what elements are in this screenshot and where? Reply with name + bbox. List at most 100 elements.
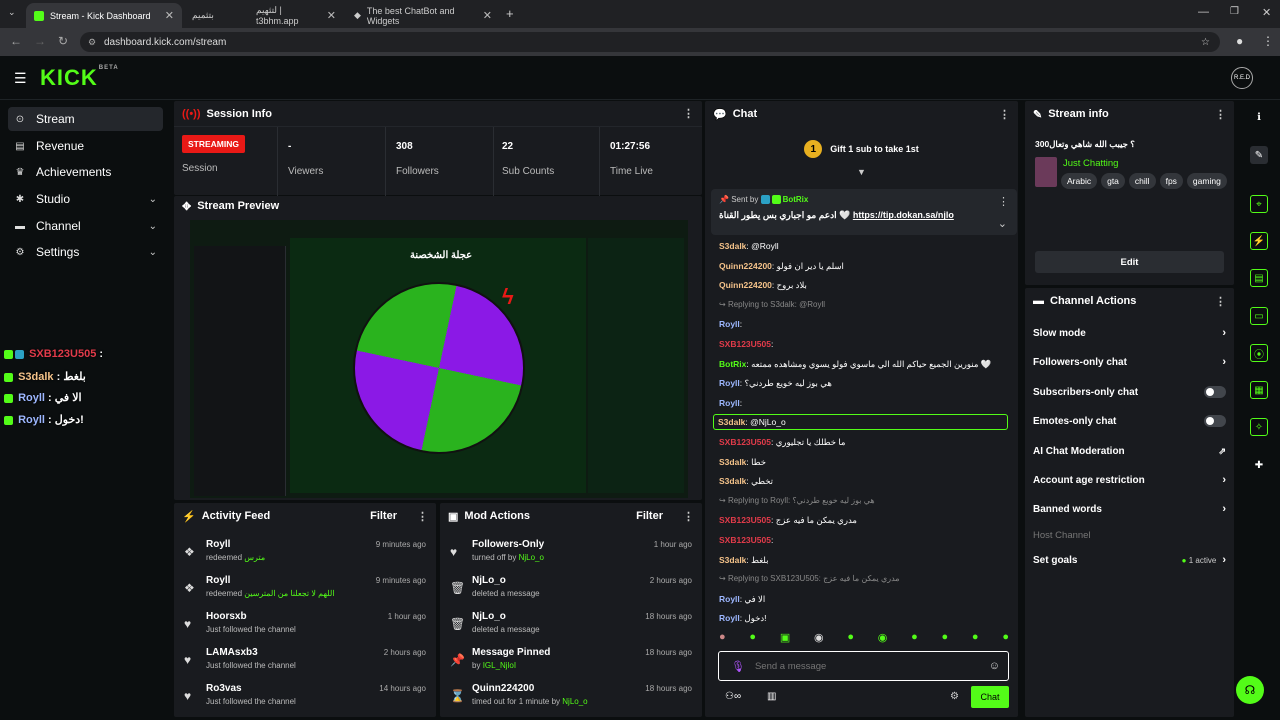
action-slow-mode[interactable]: Slow mode › — [1033, 320, 1226, 346]
chat-username[interactable]: Quinn224200 — [719, 261, 772, 271]
chat-username[interactable]: SXB123U505 — [719, 535, 771, 545]
rail-edit-icon[interactable]: ✎ — [1250, 146, 1268, 164]
more-options-icon[interactable]: ⋮ — [683, 107, 694, 120]
mod-title[interactable]: NjLo_o — [472, 575, 506, 586]
mod-extra[interactable]: NjLo_o — [519, 553, 544, 562]
close-window-icon[interactable]: ✕ — [1262, 6, 1271, 19]
more-options-icon[interactable]: ⋮ — [417, 510, 428, 523]
browser-tab-3[interactable]: ﻟﺘﺜﻬﻴﻢ | t3bhm.app ✕ — [248, 3, 344, 28]
emote-icon[interactable]: ● — [749, 631, 756, 644]
chat-username[interactable]: BotRix — [719, 359, 746, 369]
stream-video[interactable]: عجلة الشخصنة ϟ — [190, 220, 688, 498]
close-tab-icon[interactable]: ✕ — [327, 9, 336, 22]
kick-logo[interactable]: KICKBETA — [40, 65, 119, 91]
chat-username[interactable]: S3dalk — [719, 555, 746, 565]
gift-sub-banner[interactable]: 1 Gift 1 sub to take 1st — [705, 137, 1018, 161]
filter-button[interactable]: Filter — [370, 510, 397, 522]
back-icon[interactable]: ← — [10, 34, 22, 48]
emote-icon[interactable]: ◉ — [814, 631, 824, 644]
address-bar[interactable]: ⚙ dashboard.kick.com/stream ☆ — [80, 32, 1220, 52]
sidebar-item-stream[interactable]: ⊙ Stream — [8, 107, 163, 131]
filter-button[interactable]: Filter — [636, 510, 663, 522]
action-set-goals[interactable]: Set goals ● 1 active › — [1033, 547, 1226, 573]
emotes-only-toggle[interactable] — [1204, 415, 1226, 427]
close-tab-icon[interactable]: ✕ — [165, 9, 174, 22]
tab-list-icon[interactable]: ⌄ — [8, 7, 16, 18]
tag-pill[interactable]: chill — [1128, 173, 1156, 189]
forward-icon[interactable]: → — [34, 34, 46, 48]
action-account-age[interactable]: Account age restriction › — [1033, 467, 1226, 493]
more-options-icon[interactable]: ⋮ — [1215, 108, 1226, 121]
rail-chat-icon[interactable]: ▭ — [1250, 307, 1268, 325]
chat-username[interactable]: SXB123U505 — [719, 515, 771, 525]
action-followers-only[interactable]: Followers-only chat › — [1033, 349, 1226, 375]
category-link[interactable]: Just Chatting — [1063, 158, 1118, 169]
sidebar-item-channel[interactable]: ▬ Channel ⌄ — [8, 214, 163, 238]
emote-icon[interactable]: ● — [942, 631, 949, 644]
subscribers-only-toggle[interactable] — [1204, 386, 1226, 398]
sidebar-item-revenue[interactable]: ▤ Revenue — [8, 134, 163, 158]
category-thumbnail[interactable] — [1035, 157, 1057, 187]
bookmark-star-icon[interactable]: ☆ — [1201, 37, 1210, 48]
chat-username[interactable]: Royll — [719, 398, 740, 408]
chat-username[interactable]: Quinn224200 — [719, 280, 772, 290]
support-chat-button[interactable]: ☊ — [1236, 676, 1264, 704]
close-tab-icon[interactable]: ✕ — [483, 9, 492, 22]
profile-icon[interactable]: ● — [1236, 34, 1243, 48]
activity-user[interactable]: Hoorsxb — [206, 611, 247, 622]
rail-broadcast-icon[interactable]: ⦿ — [1250, 344, 1268, 362]
chat-username[interactable]: Royll — [719, 613, 740, 623]
rail-scan-icon[interactable]: ⌖ — [1250, 195, 1268, 213]
mod-title[interactable]: Quinn224200 — [472, 683, 534, 694]
action-ai-moderation[interactable]: AI Chat Moderation ⇗ — [1033, 438, 1226, 464]
chat-settings-icon[interactable]: ⚙ — [950, 691, 959, 702]
emote-icon[interactable]: ● — [719, 631, 726, 644]
chat-username[interactable]: Royll — [719, 378, 740, 388]
maximize-icon[interactable]: ❐ — [1230, 6, 1239, 17]
hamburger-menu-icon[interactable]: ☰ — [14, 70, 27, 87]
mod-extra[interactable]: IGL_NjloI — [483, 661, 516, 670]
chat-username[interactable]: SXB123U505 — [719, 339, 771, 349]
emote-icon[interactable]: ● — [847, 631, 854, 644]
user-avatar[interactable]: R.E.D — [1231, 67, 1253, 89]
chat-input[interactable] — [754, 660, 975, 672]
tag-pill[interactable]: gaming — [1186, 173, 1227, 189]
emote-icon[interactable]: ◉ — [878, 631, 888, 644]
chat-username[interactable]: S3dalk — [719, 457, 746, 467]
chevron-down-icon[interactable]: ⌄ — [998, 217, 1007, 230]
reload-icon[interactable]: ↻ — [58, 34, 68, 48]
minimize-icon[interactable]: — — [1198, 6, 1209, 18]
site-info-icon[interactable]: ⚙ — [88, 37, 96, 48]
activity-user[interactable]: Royll — [206, 575, 230, 586]
chat-username[interactable]: S3dalk — [718, 417, 745, 427]
new-tab-icon[interactable]: + — [506, 6, 514, 21]
chat-username[interactable]: Royll — [719, 319, 740, 329]
tag-pill[interactable]: Arabic — [1061, 173, 1098, 189]
pinned-link[interactable]: https://tip.dokan.sa/njlo — [853, 210, 954, 220]
info-icon[interactable]: ℹ — [1250, 108, 1268, 126]
rail-puzzle-icon[interactable]: ✚ — [1250, 456, 1268, 474]
mic-icon[interactable]: 🎙 — [731, 660, 745, 673]
rail-layout-icon[interactable]: ▦ — [1250, 381, 1268, 399]
pin-options-icon[interactable]: ⋮ — [998, 195, 1009, 208]
browser-menu-icon[interactable]: ⋮ — [1262, 34, 1274, 48]
chat-username[interactable]: S3dalk — [719, 241, 746, 251]
send-chat-button[interactable]: Chat — [971, 686, 1009, 708]
emoji-icon[interactable]: ☺ — [989, 660, 1000, 672]
browser-tab-2[interactable]: ﺑﺘﺜﻤﻴﻢ — [184, 3, 246, 28]
more-options-icon[interactable]: ⋮ — [999, 108, 1010, 121]
tag-pill[interactable]: gta — [1101, 173, 1125, 189]
chat-input-box[interactable]: 🎙 ☺ — [718, 651, 1009, 681]
mod-title[interactable]: NjLo_o — [472, 611, 506, 622]
sidebar-item-studio[interactable]: ✱ Studio ⌄ — [8, 187, 163, 211]
store-icon[interactable]: ▥ — [767, 691, 776, 702]
more-options-icon[interactable]: ⋮ — [683, 510, 694, 523]
collapse-icon[interactable]: ▼ — [857, 167, 866, 177]
chat-username[interactable]: Royll — [719, 594, 740, 604]
edit-stream-button[interactable]: Edit — [1035, 251, 1224, 273]
rail-doc-icon[interactable]: ▤ — [1250, 269, 1268, 287]
sidebar-item-achievements[interactable]: ♛ Achievements — [8, 160, 163, 184]
more-options-icon[interactable]: ⋮ — [1215, 295, 1226, 308]
action-banned-words[interactable]: Banned words › — [1033, 496, 1226, 522]
browser-tab-kick[interactable]: Stream - Kick Dashboard ✕ — [26, 3, 182, 28]
